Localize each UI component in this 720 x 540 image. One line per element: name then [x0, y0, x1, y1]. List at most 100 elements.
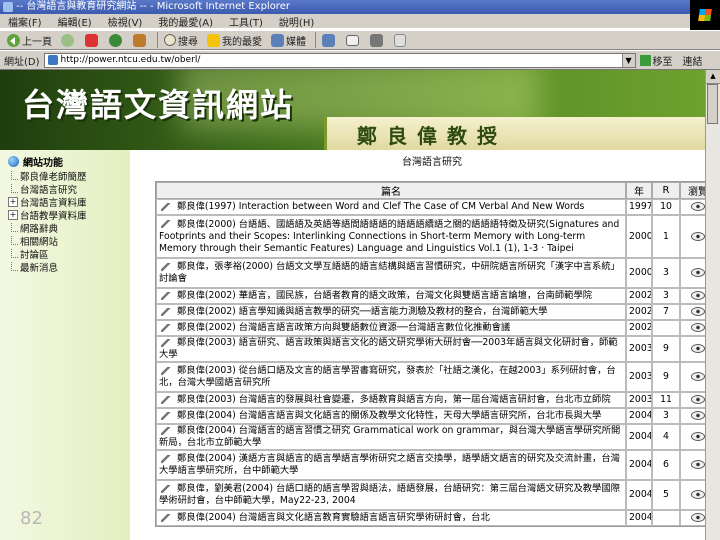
eye-icon[interactable] — [691, 291, 705, 300]
publication-title-cell[interactable]: 鄭良偉(2003) 從台語口語及文言的語言學習書寫研究，發表於「社語之漢化，在越… — [156, 362, 626, 392]
publication-title[interactable]: 鄭良偉(2000) 台語語、國語語及英語等語間語語語的語語語續語之關的語語語特徵… — [159, 219, 619, 254]
eye-icon[interactable] — [691, 231, 705, 241]
back-button[interactable]: 上一頁 — [4, 31, 55, 49]
menu-edit[interactable]: 編輯(E) — [58, 14, 92, 29]
table-row[interactable]: 鄭良偉(2000) 台語語、國語語及英語等語間語語語的語語語續語之關的語語語特徵… — [156, 215, 716, 258]
menu-help[interactable]: 說明(H) — [279, 14, 314, 29]
publication-title[interactable]: 鄭良偉(2003) 語言研究、語言政策與語言文化的語文研究學術大研討會──200… — [159, 337, 618, 360]
publication-title[interactable]: 鄭良偉(2002) 台灣語言語言政策方向與雙語數位資源──台灣語言數位化推動會議 — [177, 322, 510, 333]
publication-title-cell[interactable]: 鄭良偉(2003) 語言研究、語言政策與語言文化的語文研究學術大研討會──200… — [156, 336, 626, 362]
publication-title[interactable]: 鄭良偉(2003) 台灣語言的發展與社會變遷，多語教育與語言方向，第一屆台灣語言… — [177, 394, 611, 405]
eye-icon[interactable] — [691, 513, 705, 522]
eye-icon[interactable] — [691, 202, 705, 211]
nav-item-research[interactable]: 台灣語言研究 — [8, 182, 87, 196]
toolbar-separator — [315, 32, 316, 48]
eye-icon[interactable] — [691, 323, 705, 332]
favorites-button[interactable]: 我的最愛 — [204, 31, 265, 49]
search-button[interactable]: 搜尋 — [161, 31, 201, 49]
expand-plus-icon[interactable]: + — [8, 209, 18, 220]
scroll-up-icon[interactable]: ▲ — [706, 70, 720, 84]
publication-title-cell[interactable]: 鄭良偉(2002) 台灣語言語言政策方向與雙語數位資源──台灣語言數位化推動會議 — [156, 320, 626, 336]
publication-title-cell[interactable]: 鄭良偉(2004) 台灣語言的語言習慣之研究 Grammatical work … — [156, 424, 626, 450]
publication-title-cell[interactable]: 鄭良偉(2003) 台灣語言的發展與社會變遷，多語教育與語言方向，第一屆台灣語言… — [156, 392, 626, 408]
table-row[interactable]: 鄭良偉(2004) 漢語方言與語言的語言學語言學術研究之語言交換學，語學語文語言… — [156, 450, 716, 480]
mail-button[interactable] — [343, 31, 364, 49]
publication-title[interactable]: 鄭良偉(1997) Interaction between Word and C… — [177, 201, 584, 212]
publication-title-cell[interactable]: 鄭良偉(2002) 語言學知識與語言教學的研究──語言能力測驗及教材的整合，台灣… — [156, 304, 626, 320]
professor-plate: 鄭良偉教授 — [324, 117, 720, 150]
publication-title[interactable]: 鄭良偉(2002) 華語言，國民族，台語者教育的語文政策，台灣文化與雙語言語言論… — [177, 290, 592, 301]
publication-title[interactable]: 鄭良偉(2004) 漢語方言與語言的語言學語言學術研究之語言交換學，語學語文語言… — [159, 453, 620, 476]
publication-title[interactable]: 鄭良偉，劉美君(2004) 台語口語的語言學習與語法，語語發展，台語研究：第三屆… — [159, 483, 620, 506]
eye-icon[interactable] — [691, 344, 705, 353]
refresh-button[interactable] — [106, 31, 127, 49]
menu-view[interactable]: 檢視(V) — [108, 14, 143, 29]
column-header-r[interactable]: R — [652, 182, 680, 199]
publication-r-count — [652, 320, 680, 336]
publication-title-cell[interactable]: 鄭良偉(2002) 華語言，國民族，台語者教育的語文政策，台灣文化與雙語言語言論… — [156, 288, 626, 304]
table-row[interactable]: 鄭良偉(2002) 台灣語言語言政策方向與雙語數位資源──台灣語言數位化推動會議… — [156, 320, 716, 336]
publication-title[interactable]: 鄭良偉(2004) 台灣語言的語言習慣之研究 Grammatical work … — [159, 425, 620, 448]
publication-title-cell[interactable]: 鄭良偉，劉美君(2004) 台語口語的語言學習與語法，語語發展，台語研究：第三屆… — [156, 480, 626, 510]
nav-item-label: 鄭良偉老師簡歷 — [20, 171, 87, 183]
publication-title[interactable]: 鄭良偉(2004) 台灣語言與文化語言教育實驗語言語言研究學術研討會，台北 — [177, 512, 490, 523]
eye-icon[interactable] — [691, 307, 705, 316]
column-header-title[interactable]: 篇名 — [156, 182, 626, 199]
media-button[interactable]: 媒體 — [268, 31, 309, 49]
links-button[interactable]: 連結 — [683, 53, 703, 68]
publication-title-cell[interactable]: 鄭良偉(1997) Interaction between Word and C… — [156, 199, 626, 215]
menu-tools[interactable]: 工具(T) — [229, 14, 263, 29]
publication-title-cell[interactable]: 鄭良偉(2000) 台語語、國語語及英語等語間語語語的語語語續語之關的語語語特徵… — [156, 215, 626, 258]
publication-title-cell[interactable]: 鄭良偉(2004) 台灣語言語言與文化語言的關係及教學文化特性，天母大學語言研究… — [156, 408, 626, 424]
publication-title-cell[interactable]: 鄭良偉(2004) 台灣語言與文化語言教育實驗語言語言研究學術研討會，台北 — [156, 510, 626, 526]
table-row[interactable]: 鄭良偉(2002) 華語言，國民族，台語者教育的語文政策，台灣文化與雙語言語言論… — [156, 288, 716, 304]
eye-icon[interactable] — [691, 372, 705, 381]
print-button[interactable] — [367, 31, 388, 49]
menu-file[interactable]: 檔案(F) — [8, 14, 42, 29]
eye-icon[interactable] — [691, 460, 705, 469]
nav-item-links[interactable]: 相關網站 — [8, 234, 87, 248]
publication-title-cell[interactable]: 鄭良偉(2004) 漢語方言與語言的語言學語言學術研究之語言交換學，語學語文語言… — [156, 450, 626, 480]
publication-title[interactable]: 鄭良偉，張孝裕(2000) 台語文文學互語語的語言結構與語言習慣研究，中研院語言… — [159, 261, 620, 284]
scroll-thumb[interactable] — [707, 84, 718, 124]
table-row[interactable]: 鄭良偉(2004) 台灣語言語言與文化語言的關係及教學文化特性，天母大學語言研究… — [156, 408, 716, 424]
go-button[interactable]: 移至 — [639, 53, 673, 68]
nav-item-bio[interactable]: 鄭良偉老師簡歷 — [8, 169, 87, 183]
eye-icon[interactable] — [691, 490, 705, 499]
forward-button[interactable] — [58, 31, 79, 49]
table-row[interactable]: 鄭良偉(2002) 語言學知識與語言教學的研究──語言能力測驗及教材的整合，台灣… — [156, 304, 716, 320]
nav-item-news[interactable]: 最新消息 — [8, 260, 87, 274]
expand-plus-icon[interactable]: + — [8, 196, 18, 207]
address-field[interactable]: ▼ — [43, 52, 636, 68]
table-row[interactable]: 鄭良偉(2003) 語言研究、語言政策與語言文化的語文研究學術大研討會──200… — [156, 336, 716, 362]
nav-item-language-db[interactable]: + 台灣語言資料庫 — [8, 195, 87, 209]
eye-icon[interactable] — [691, 268, 705, 277]
publication-title[interactable]: 鄭良偉(2002) 語言學知識與語言教學的研究──語言能力測驗及教材的整合，台灣… — [177, 306, 547, 317]
edit-button[interactable] — [391, 31, 411, 49]
table-row[interactable]: 鄭良偉(2004) 台灣語言與文化語言教育實驗語言語言研究學術研討會，台北 200… — [156, 510, 716, 526]
publication-title[interactable]: 鄭良偉(2004) 台灣語言語言與文化語言的關係及教學文化特性，天母大學語言研究… — [177, 410, 601, 421]
publication-title[interactable]: 鄭良偉(2003) 從台語口語及文言的語言學習書寫研究，發表於「社語之漢化，在越… — [159, 365, 616, 388]
home-button[interactable] — [130, 31, 151, 49]
column-header-year[interactable]: 年 — [626, 182, 652, 199]
eye-icon[interactable] — [691, 411, 705, 420]
table-row[interactable]: 鄭良偉，劉美君(2004) 台語口語的語言學習與語法，語語發展，台語研究：第三屆… — [156, 480, 716, 510]
nav-item-teaching-db[interactable]: + 台語教學資料庫 — [8, 208, 87, 222]
vertical-scrollbar[interactable]: ▲ — [705, 70, 720, 540]
nav-item-dictionary[interactable]: 網路辭典 — [8, 221, 87, 235]
eye-icon[interactable] — [691, 432, 705, 441]
table-row[interactable]: 鄭良偉(2004) 台灣語言的語言習慣之研究 Grammatical work … — [156, 424, 716, 450]
table-row[interactable]: 鄭良偉(2003) 台灣語言的發展與社會變遷，多語教育與語言方向，第一屆台灣語言… — [156, 392, 716, 408]
table-row[interactable]: 鄭良偉，張孝裕(2000) 台語文文學互語語的語言結構與語言習慣研究，中研院語言… — [156, 258, 716, 288]
url-input[interactable] — [60, 55, 621, 65]
table-row[interactable]: 鄭良偉(2003) 從台語口語及文言的語言學習書寫研究，發表於「社語之漢化，在越… — [156, 362, 716, 392]
eye-icon[interactable] — [691, 395, 705, 404]
history-button[interactable] — [319, 31, 340, 49]
stop-button[interactable] — [82, 31, 103, 49]
chevron-down-icon[interactable]: ▼ — [621, 53, 635, 67]
menu-favorites[interactable]: 我的最愛(A) — [158, 14, 213, 29]
pencil-icon — [161, 411, 171, 420]
publication-title-cell[interactable]: 鄭良偉，張孝裕(2000) 台語文文學互語語的語言結構與語言習慣研究，中研院語言… — [156, 258, 626, 288]
nav-item-forum[interactable]: 討論區 — [8, 247, 87, 261]
table-row[interactable]: 鄭良偉(1997) Interaction between Word and C… — [156, 199, 716, 215]
